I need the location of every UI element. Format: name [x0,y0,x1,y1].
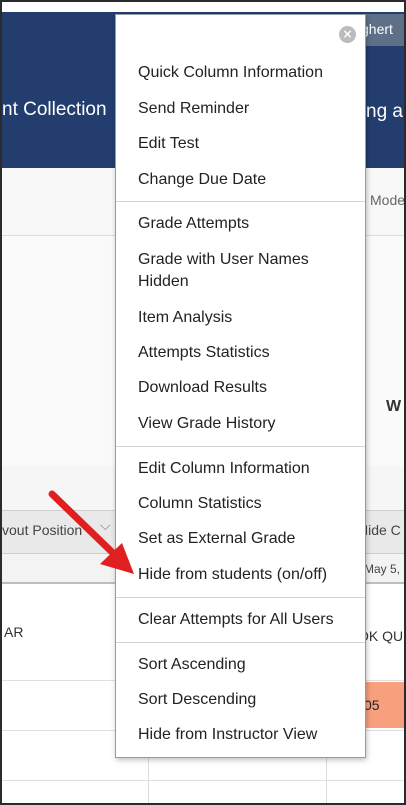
menu-item-hide-from-students[interactable]: Hide from students (on/off) [138,564,327,586]
menu-item-view-grade-history[interactable]: View Grade History [138,413,276,435]
red-arrow-icon [48,490,134,574]
menu-separator [116,201,365,202]
menu-separator [116,642,365,643]
menu-item-send-reminder[interactable]: Send Reminder [138,98,249,120]
menu-item-change-due-date[interactable]: Change Due Date [138,169,266,191]
menu-item-hide-from-instructor-view[interactable]: Hide from Instructor View [138,724,317,746]
menu-item-grade-attempts[interactable]: Grade Attempts [138,213,249,235]
menu-separator [116,446,365,447]
grid-cell-row1-left: AR [4,624,24,640]
screenshot-frame: nt Collection ng ar ghert Mode W vout Po… [0,0,406,805]
menu-item-sort-ascending[interactable]: Sort Ascending [138,654,246,676]
menu-item-clear-attempts-for-all-users[interactable]: Clear Attempts for All Users [138,609,334,631]
menu-item-edit-test[interactable]: Edit Test [138,133,199,155]
column-context-menu: × Quick Column Information Send Reminder… [115,14,366,758]
menu-item-sort-descending[interactable]: Sort Descending [138,689,256,711]
section-heading: W [386,398,402,415]
menu-item-grade-with-user-names-hidden-line2[interactable]: Hidden [138,271,189,293]
menu-item-quick-column-information[interactable]: Quick Column Information [138,62,323,84]
menu-item-item-analysis[interactable]: Item Analysis [138,307,232,329]
top-strip [2,2,404,12]
close-icon[interactable]: × [339,26,356,43]
menu-item-grade-with-user-names-hidden[interactable]: Grade with User Names [138,249,309,271]
menu-item-column-statistics[interactable]: Column Statistics [138,493,262,515]
grid-row-divider-3 [2,780,404,781]
grade-cell-value: 05 [364,697,380,713]
menu-item-download-results[interactable]: Download Results [138,377,267,399]
menu-item-edit-column-information[interactable]: Edit Column Information [138,458,310,480]
header-left-title: nt Collection [2,99,107,120]
header-right-title: ng ar [366,101,406,122]
menu-item-attempts-statistics[interactable]: Attempts Statistics [138,342,270,364]
menu-item-set-as-external-grade[interactable]: Set as External Grade [138,528,295,550]
mode-label[interactable]: Mode [370,192,404,208]
due-date-label: May 5, [364,562,401,576]
menu-separator [116,597,365,598]
